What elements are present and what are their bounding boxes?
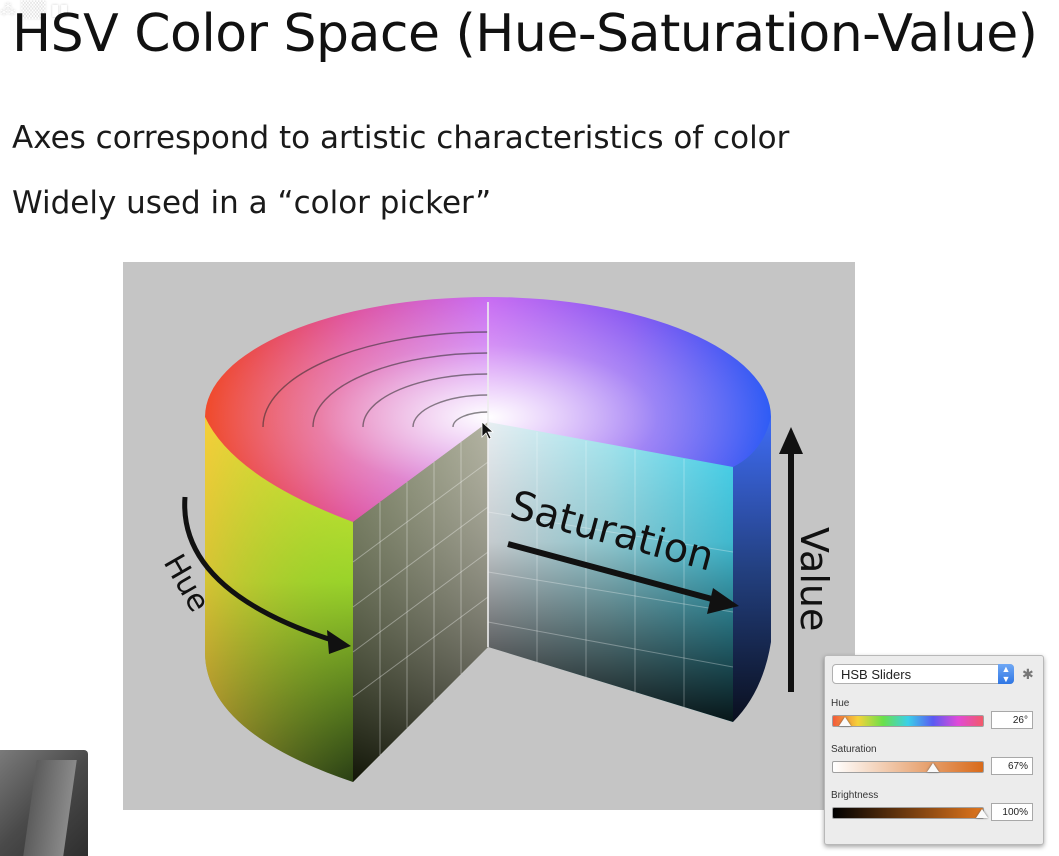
brightness-label: Brightness xyxy=(831,790,879,801)
hsb-color-picker: HSB Sliders ▲ ▼ ✱ Hue 26° Saturation 67% … xyxy=(824,655,1044,845)
saturation-slider[interactable] xyxy=(832,761,984,773)
presenter-webcam xyxy=(0,750,88,856)
saturation-label: Saturation xyxy=(831,744,877,755)
bullet-color-picker: Widely used in a “color picker” xyxy=(12,185,492,221)
slide-title: HSV Color Space (Hue-Saturation-Value) xyxy=(12,4,1038,64)
hue-label: Hue xyxy=(831,698,850,709)
updown-chevron-icon[interactable]: ▲ ▼ xyxy=(998,664,1014,684)
brightness-value-field[interactable]: 100% xyxy=(991,803,1033,821)
value-axis-label: Value xyxy=(792,527,836,631)
saturation-slider-knob[interactable] xyxy=(927,763,940,772)
hsv-cylinder-illustration: Hue Saturation Value xyxy=(156,297,836,782)
hsv-cylinder-figure: Hue Saturation Value xyxy=(123,262,855,810)
bullet-axes: Axes correspond to artistic characterist… xyxy=(12,120,790,156)
picker-mode-select[interactable]: HSB Sliders ▲ ▼ xyxy=(832,664,1014,684)
hue-value-field[interactable]: 26° xyxy=(991,711,1033,729)
gear-icon[interactable]: ✱ xyxy=(1022,666,1034,683)
brightness-slider[interactable] xyxy=(832,807,984,819)
hue-slider[interactable] xyxy=(832,715,984,727)
brightness-slider-knob[interactable] xyxy=(976,809,988,818)
saturation-value-field[interactable]: 67% xyxy=(991,757,1033,775)
picker-mode-label: HSB Sliders xyxy=(841,667,912,682)
hue-slider-knob[interactable] xyxy=(838,717,851,726)
